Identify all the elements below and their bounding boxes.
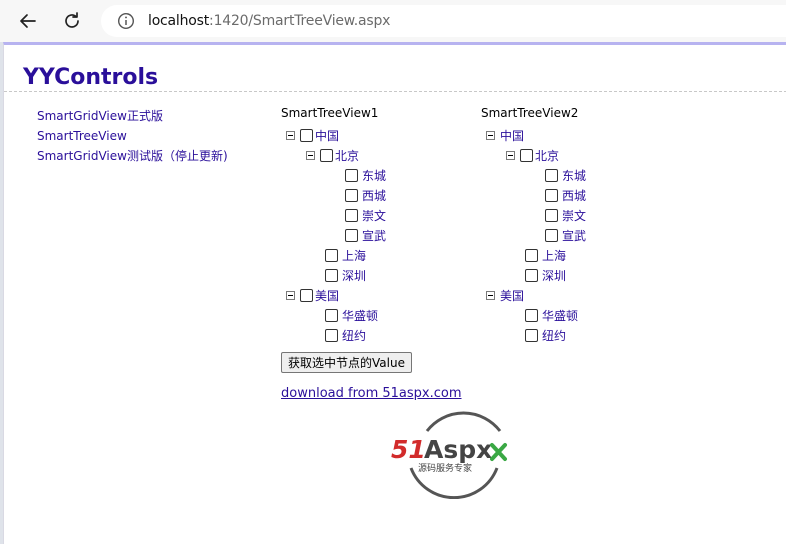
node-label[interactable]: 中国 <box>500 127 524 144</box>
collapse-icon[interactable] <box>506 150 515 160</box>
get-selected-values-button[interactable]: 获取选中节点的Value <box>281 352 412 373</box>
node-label[interactable]: 北京 <box>335 147 359 164</box>
tree-node: 美国 <box>481 285 586 305</box>
node-label[interactable]: 北京 <box>535 147 559 164</box>
node-label[interactable]: 东城 <box>362 167 386 184</box>
tree-node: 华盛顿 <box>281 305 386 325</box>
tree-node: 北京 <box>481 145 586 165</box>
smart-tree-view-1: SmartTreeView1 中国 北京 东城 西城 崇文 宣武 上海 深圳 美… <box>281 105 386 345</box>
node-checkbox[interactable] <box>545 228 558 242</box>
reload-icon <box>65 12 79 28</box>
node-checkbox[interactable] <box>345 208 358 222</box>
node-label[interactable]: 崇文 <box>362 207 386 224</box>
tree-node: 深圳 <box>281 265 386 285</box>
address-bar[interactable]: localhost:1420/SmartTreeView.aspx <box>101 5 786 37</box>
collapse-icon[interactable] <box>286 290 295 300</box>
node-checkbox[interactable] <box>525 268 538 282</box>
nav-link-smartgridview-test[interactable]: SmartGridView测试版（停止更新) <box>37 146 228 166</box>
nav-link-smarttreeview[interactable]: SmartTreeView <box>37 126 228 146</box>
browser-toolbar: localhost:1420/SmartTreeView.aspx <box>0 0 786 42</box>
reload-button[interactable] <box>57 7 87 35</box>
tree-node: 中国 <box>281 125 386 145</box>
node-checkbox[interactable] <box>325 328 338 342</box>
node-label[interactable]: 纽约 <box>542 327 566 344</box>
tree-node: 纽约 <box>281 325 386 345</box>
node-label[interactable]: 宣武 <box>362 227 386 244</box>
download-link[interactable]: download from 51aspx.com <box>281 386 462 401</box>
tree-node: 中国 <box>481 125 586 145</box>
node-label[interactable]: 深圳 <box>342 267 366 284</box>
tree-node: 上海 <box>281 245 386 265</box>
svg-text:Aspx: Aspx <box>424 435 492 464</box>
node-checkbox[interactable] <box>300 288 313 302</box>
svg-text:源码服务专家: 源码服务专家 <box>418 462 472 474</box>
node-checkbox[interactable] <box>545 168 558 182</box>
node-checkbox[interactable] <box>520 148 533 162</box>
collapse-icon[interactable] <box>486 290 495 300</box>
node-label[interactable]: 美国 <box>500 287 524 304</box>
tree-node: 宣武 <box>481 225 586 245</box>
node-checkbox[interactable] <box>325 308 338 322</box>
node-label[interactable]: 中国 <box>315 127 339 144</box>
tree-node: 西城 <box>281 185 386 205</box>
collapse-icon[interactable] <box>286 130 295 140</box>
site-info-icon[interactable] <box>117 12 135 30</box>
tree-node: 深圳 <box>481 265 586 285</box>
node-checkbox[interactable] <box>525 328 538 342</box>
tree-node: 美国 <box>281 285 386 305</box>
node-checkbox[interactable] <box>345 168 358 182</box>
node-checkbox[interactable] <box>345 228 358 242</box>
tree-node: 北京 <box>281 145 386 165</box>
node-checkbox[interactable] <box>325 268 338 282</box>
tree-node: 崇文 <box>481 205 586 225</box>
node-checkbox[interactable] <box>545 188 558 202</box>
node-label[interactable]: 华盛顿 <box>542 307 578 324</box>
collapse-icon[interactable] <box>306 150 315 160</box>
node-label[interactable]: 华盛顿 <box>342 307 378 324</box>
tree-node: 西城 <box>481 185 586 205</box>
svg-text:51: 51 <box>391 435 426 464</box>
tree-node: 东城 <box>281 165 386 185</box>
node-label[interactable]: 东城 <box>562 167 586 184</box>
node-checkbox[interactable] <box>545 208 558 222</box>
node-label[interactable]: 深圳 <box>542 267 566 284</box>
tree-node: 华盛顿 <box>481 305 586 325</box>
node-label[interactable]: 上海 <box>542 247 566 264</box>
page-title: YYControls <box>23 65 159 90</box>
node-label[interactable]: 宣武 <box>562 227 586 244</box>
url-host: localhost <box>148 13 210 29</box>
node-label[interactable]: 崇文 <box>562 207 586 224</box>
node-checkbox[interactable] <box>525 308 538 322</box>
tree-title: SmartTreeView2 <box>481 106 579 120</box>
title-divider <box>4 91 786 92</box>
tree-node: 宣武 <box>281 225 386 245</box>
node-label[interactable]: 上海 <box>342 247 366 264</box>
collapse-icon[interactable] <box>486 130 495 140</box>
node-checkbox[interactable] <box>325 248 338 262</box>
node-checkbox[interactable] <box>320 148 333 162</box>
tree-node: 上海 <box>481 245 586 265</box>
node-label[interactable]: 西城 <box>562 187 586 204</box>
node-label[interactable]: 纽约 <box>342 327 366 344</box>
back-arrow-icon <box>20 14 36 28</box>
tree-node: 东城 <box>481 165 586 185</box>
side-nav: SmartGridView正式版 SmartTreeView SmartGrid… <box>37 106 228 166</box>
node-checkbox[interactable] <box>345 188 358 202</box>
tree-title: SmartTreeView1 <box>281 106 379 120</box>
smart-tree-view-2: SmartTreeView2 中国 北京 东城 西城 崇文 宣武 上海 深圳 美… <box>481 105 586 345</box>
node-checkbox[interactable] <box>300 128 313 142</box>
node-label[interactable]: 美国 <box>315 287 339 304</box>
tree-node: 崇文 <box>281 205 386 225</box>
nav-link-smartgridview[interactable]: SmartGridView正式版 <box>37 106 228 126</box>
tree-node: 纽约 <box>481 325 586 345</box>
url-text[interactable]: localhost:1420/SmartTreeView.aspx <box>148 13 390 29</box>
logo-51aspx: 51 Aspx 源码服务专家 <box>389 405 519 503</box>
node-label[interactable]: 西城 <box>362 187 386 204</box>
node-checkbox[interactable] <box>525 248 538 262</box>
page-content: YYControls SmartGridView正式版 SmartTreeVie… <box>3 42 786 544</box>
back-button[interactable] <box>13 7 43 35</box>
url-path: :1420/SmartTreeView.aspx <box>209 13 391 29</box>
